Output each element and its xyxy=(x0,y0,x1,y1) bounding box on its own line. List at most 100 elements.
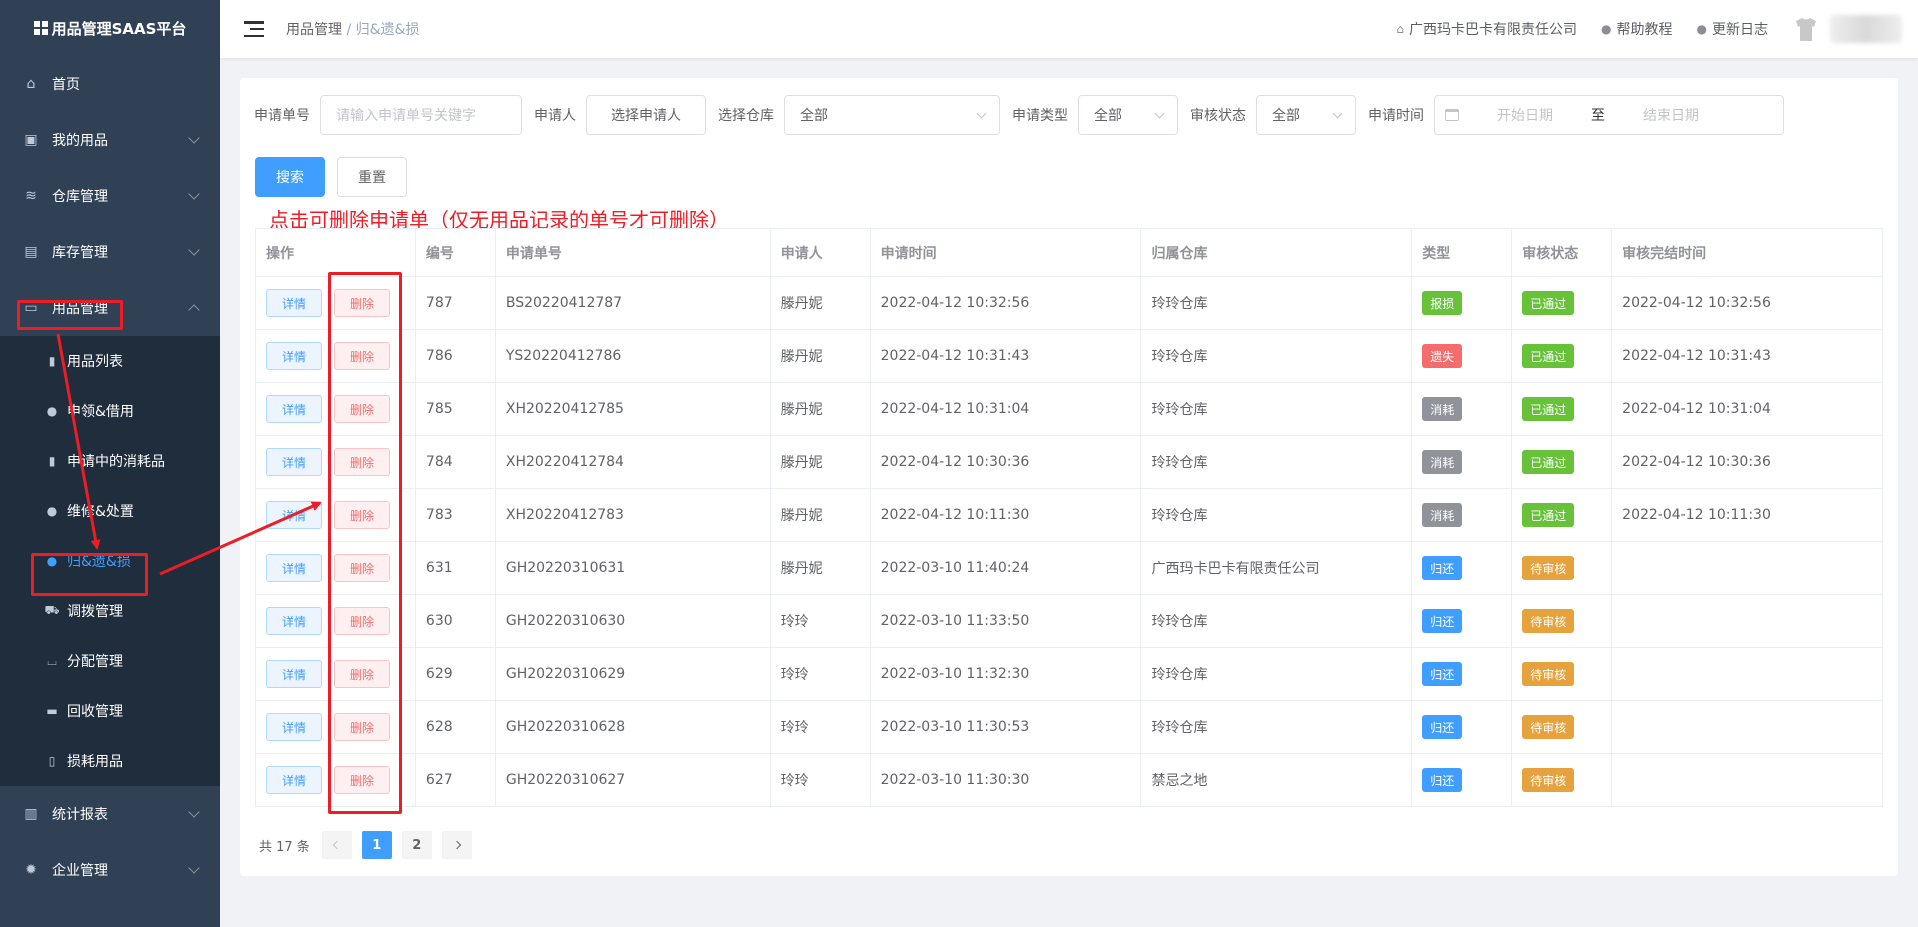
pagination-total: 共 17 条 xyxy=(259,839,310,855)
detail-button[interactable]: 详情 xyxy=(266,448,322,476)
username-blurred[interactable] xyxy=(1830,15,1902,43)
cell-applicant: 玲玲 xyxy=(771,648,871,700)
next-page-button[interactable] xyxy=(441,831,472,859)
time-label: 申请时间 xyxy=(1368,108,1424,124)
status-tag: 待审核 xyxy=(1522,556,1575,580)
submenu-item-1[interactable]: ● 申领&借用 xyxy=(0,386,220,436)
order-number-placeholder: 请输入申请单号关键字 xyxy=(336,108,476,124)
table-header: 操作 编号 申请单号 申请人 申请时间 归属仓库 类型 审核状态 审核完结时间 xyxy=(256,229,1883,277)
detail-button[interactable]: 详情 xyxy=(266,607,322,635)
warehouse-select[interactable]: 全部 xyxy=(784,95,1000,135)
cell-done-time: 2022-04-12 10:31:04 xyxy=(1612,383,1883,435)
cell-warehouse: 玲玲仓库 xyxy=(1141,383,1413,435)
info-icon: ● xyxy=(1696,22,1707,36)
cell-done-time: 2022-04-12 10:32:56 xyxy=(1612,277,1883,329)
submenu-item-2[interactable]: ▮ 申请中的消耗品 xyxy=(0,436,220,486)
type-tag: 报损 xyxy=(1422,291,1463,315)
range-separator: 至 xyxy=(1591,108,1605,124)
detail-button[interactable]: 详情 xyxy=(266,713,322,741)
status-select[interactable]: 全部 xyxy=(1256,95,1356,135)
sidebar-item-0[interactable]: ⌂ 首页 xyxy=(0,56,220,112)
submenu-item-0[interactable]: ▮ 用品列表 xyxy=(0,336,220,386)
search-button[interactable]: 搜索 xyxy=(255,157,325,197)
app-title: 用品管理SAAS平台 xyxy=(51,19,187,38)
submenu-item-7[interactable]: ▬ 回收管理 xyxy=(0,686,220,736)
detail-button[interactable]: 详情 xyxy=(266,660,322,688)
submenu-item-label: 调拨管理 xyxy=(67,604,123,620)
sidebar-item-1[interactable]: ▣ 我的用品 xyxy=(0,112,220,168)
cell-order-number: GH20220310628 xyxy=(496,701,771,753)
company-link[interactable]: ⌂ 广西玛卡巴卡有限责任公司 xyxy=(1396,19,1577,39)
prev-page-button[interactable] xyxy=(321,831,352,859)
start-date-input[interactable]: 开始日期 xyxy=(1497,105,1553,125)
page-1-button[interactable]: 1 xyxy=(361,831,392,859)
sidebar-item-3[interactable]: ▤ 库存管理 xyxy=(0,224,220,280)
cell-type: 消耗 xyxy=(1412,489,1513,541)
detail-button[interactable]: 详情 xyxy=(266,554,322,582)
hamburger-icon[interactable] xyxy=(244,21,264,37)
cell-id: 629 xyxy=(416,648,496,700)
avatar[interactable] xyxy=(1792,15,1820,43)
warehouse-label: 选择仓库 xyxy=(718,108,774,124)
chevron-down-icon xyxy=(976,108,987,119)
status-tag: 待审核 xyxy=(1522,768,1575,792)
end-date-input[interactable]: 结束日期 xyxy=(1643,105,1699,125)
breadcrumb-item-management[interactable]: 用品管理 xyxy=(286,22,342,38)
column-header: 审核状态 xyxy=(1512,229,1613,276)
cell-id: 786 xyxy=(416,330,496,382)
detail-button[interactable]: 详情 xyxy=(266,501,322,529)
cell-warehouse: 玲玲仓库 xyxy=(1141,701,1413,753)
submenu-item-3[interactable]: ● 维修&处置 xyxy=(0,486,220,536)
cell-applicant: 玲玲 xyxy=(771,754,871,806)
cell-id: 630 xyxy=(416,595,496,647)
cell-id: 783 xyxy=(416,489,496,541)
cell-status: 待审核 xyxy=(1512,595,1613,647)
sidebar-item-label: 首页 xyxy=(52,77,80,93)
grid-logo-icon xyxy=(33,21,48,35)
sidebar-bottom-item-0[interactable]: ▥ 统计报表 xyxy=(0,786,220,842)
help-link[interactable]: ● 帮助教程 xyxy=(1601,19,1672,39)
sidebar-item-2[interactable]: ≋ 仓库管理 xyxy=(0,168,220,224)
cell-warehouse: 玲玲仓库 xyxy=(1141,436,1413,488)
cell-done-time xyxy=(1612,754,1883,806)
cell-applicant: 滕丹妮 xyxy=(771,330,871,382)
column-header: 归属仓库 xyxy=(1141,229,1413,276)
type-select[interactable]: 全部 xyxy=(1078,95,1178,135)
home-icon: ⌂ xyxy=(1396,22,1405,36)
chevron-down-icon xyxy=(188,862,200,874)
cell-apply-time: 2022-03-10 11:30:30 xyxy=(871,754,1142,806)
table-row: 详情 删除 629 GH20220310629 玲玲 2022-03-10 11… xyxy=(256,648,1883,701)
order-number-input[interactable]: 请输入申请单号关键字 xyxy=(320,95,522,135)
date-range-picker[interactable]: 开始日期 至 结束日期 xyxy=(1434,95,1784,135)
cell-status: 待审核 xyxy=(1512,701,1613,753)
cell-status: 已通过 xyxy=(1512,330,1613,382)
cell-apply-time: 2022-04-12 10:11:30 xyxy=(871,489,1142,541)
cell-id: 627 xyxy=(416,754,496,806)
status-tag: 已通过 xyxy=(1522,397,1575,421)
cell-done-time xyxy=(1612,542,1883,594)
submenu-item-8[interactable]: ▯ 损耗用品 xyxy=(0,736,220,786)
changelog-link[interactable]: ● 更新日志 xyxy=(1697,19,1768,39)
detail-button[interactable]: 详情 xyxy=(266,766,322,794)
submenu-item-label: 申请中的消耗品 xyxy=(67,454,165,470)
cell-warehouse: 玲玲仓库 xyxy=(1141,277,1413,329)
app-logo[interactable]: 用品管理SAAS平台 xyxy=(0,0,220,56)
sidebar-bottom-item-1[interactable]: ✹ 企业管理 xyxy=(0,842,220,898)
cell-status: 待审核 xyxy=(1512,542,1613,594)
detail-button[interactable]: 详情 xyxy=(266,342,322,370)
reset-button[interactable]: 重置 xyxy=(337,157,407,197)
submenu-item-6[interactable]: ⌴ 分配管理 xyxy=(0,636,220,686)
cell-apply-time: 2022-03-10 11:33:50 xyxy=(871,595,1142,647)
select-applicant-button[interactable]: 选择申请人 xyxy=(586,95,706,135)
type-select-value: 全部 xyxy=(1094,108,1122,124)
detail-button[interactable]: 详情 xyxy=(266,289,322,317)
cell-order-number: XH20220412784 xyxy=(496,436,771,488)
breadcrumb-separator: / xyxy=(342,22,356,38)
breadcrumb: 用品管理 / 归&遗&损 xyxy=(286,19,419,39)
column-header: 申请时间 xyxy=(871,229,1142,276)
column-header: 申请单号 xyxy=(496,229,771,276)
page-2-button[interactable]: 2 xyxy=(401,831,432,859)
chevron-down-icon xyxy=(1154,108,1165,119)
detail-button[interactable]: 详情 xyxy=(266,395,322,423)
highlight-box-item-management xyxy=(17,300,123,330)
